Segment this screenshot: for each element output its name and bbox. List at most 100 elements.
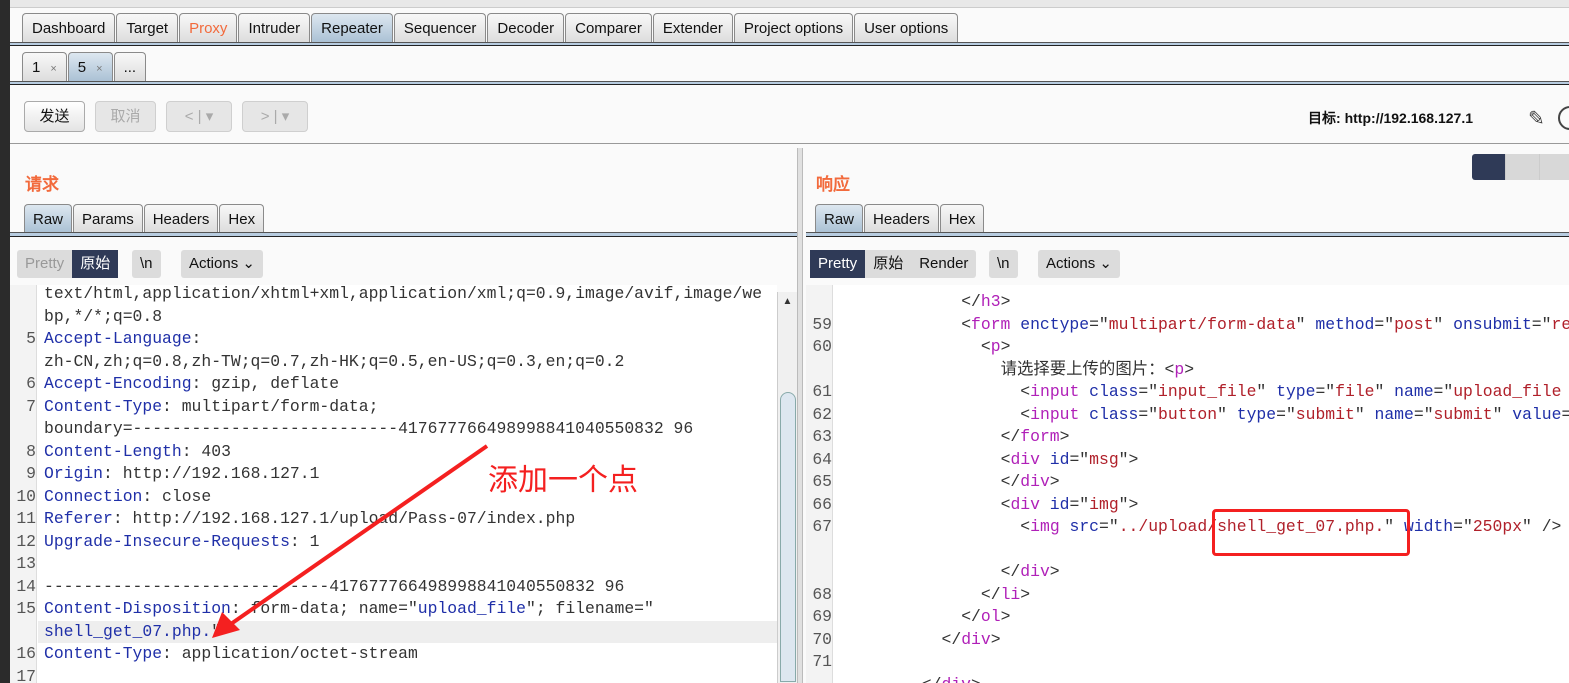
code-token: < [1000,494,1011,514]
code-token: > [1000,337,1011,356]
render-button[interactable]: Render [911,250,976,278]
code-line: <input class="button" type="submit" name… [1020,404,1569,427]
close-icon[interactable]: × [96,63,102,75]
tab-project-options[interactable]: Project options [733,13,854,43]
code-token: img [1030,517,1060,536]
code-line: Accept-Language: [44,328,201,351]
help-icon[interactable] [1558,106,1569,130]
tab-extender[interactable]: Extender [652,13,733,43]
tab-params[interactable]: Params [73,204,143,233]
tab-repeater[interactable]: Repeater [311,13,393,43]
tab-hex[interactable]: Hex [219,204,265,233]
code-token: upload_file [417,599,526,618]
forward-button[interactable]: > | ▾ [242,101,308,132]
raw-button[interactable]: 原始 [865,250,911,278]
line-number: 70 [812,629,832,649]
code-token: < [1020,517,1031,536]
response-title: 响应 [816,175,850,194]
code-line: <p> [981,336,1011,359]
tab-user-options[interactable]: User options [854,13,959,43]
dropdown-icon[interactable]: ▾ [206,108,214,125]
code-token: > [1000,607,1011,626]
code-line: </li> [981,584,1030,607]
code-token: > [1000,292,1011,311]
tab-raw[interactable]: Raw [815,204,864,233]
pretty-button[interactable]: Pretty [810,250,866,278]
code-token: value [1502,404,1562,424]
pretty-button[interactable]: Pretty [17,250,72,278]
code-line: <div id="img"> [1001,494,1139,517]
pane-splitter[interactable] [797,148,803,683]
tab-headers[interactable]: Headers [143,204,219,233]
divider [10,143,1569,144]
line-number: 65 [812,472,832,491]
cancel-button[interactable]: 取消 [95,101,156,132]
tab-target[interactable]: Target [116,13,179,43]
tab-decoder[interactable]: Decoder [487,13,565,43]
newline-toggle[interactable]: \n [132,250,161,278]
line-number: 13 [16,554,36,573]
send-button[interactable]: 发送 [24,101,85,132]
repeater-tab-1[interactable]: 1 × [22,52,67,82]
code-line: <div id="msg"> [1001,449,1139,472]
line-number: 9 [26,464,36,483]
tab-headers[interactable]: Headers [864,204,939,233]
close-icon[interactable]: × [50,63,56,75]
actions-dropdown[interactable]: Actions ⌄ [1038,250,1120,278]
code-token: " [1354,404,1365,424]
code-token: =" [1315,382,1336,401]
actions-dropdown[interactable]: Actions ⌄ [181,250,263,278]
raw-button[interactable]: 原始 [72,250,119,278]
code-token: id [1039,494,1070,514]
code-line: </form> [1001,426,1070,449]
tabs-layout-icon[interactable] [1540,154,1569,180]
new-tab-button[interactable]: ... [113,52,147,82]
code-token: > [1184,359,1195,379]
scroll-up-icon[interactable]: ▲ [778,292,797,312]
code-token: text/html,application/xhtml+xml,applicat… [44,285,763,303]
split-vertical-icon[interactable] [1506,154,1540,180]
back-button[interactable]: < | ▾ [166,101,232,132]
code-token: name [1364,404,1414,424]
code-token: 250px [1472,517,1523,536]
tab-comparer[interactable]: Comparer [565,13,652,43]
pencil-icon[interactable]: ✎ [1528,106,1545,131]
tab-raw[interactable]: Raw [24,204,73,233]
line-number: 60 [812,337,832,356]
tab-intruder[interactable]: Intruder [238,13,311,43]
code-token: input [1030,382,1080,401]
dropdown-icon[interactable]: ▾ [282,108,290,125]
code-line: </div> [942,629,1001,652]
code-token: Accept-Encoding [44,374,192,393]
tab-dashboard[interactable]: Dashboard [22,13,116,43]
code-token: : http://192.168.127.1 [103,464,320,483]
tab-proxy[interactable]: Proxy [179,13,238,43]
chevron-right-icon: > [260,108,270,125]
layout-toggle [1472,154,1569,180]
code-token: > [971,675,981,683]
line-number: 61 [812,382,832,401]
request-editor[interactable]: text/html,application/xhtml+xml,applicat… [10,285,777,683]
code-token: " [1374,382,1385,401]
response-editor[interactable]: </h3> 59 <form enctype="multipart/form-dat… [806,285,1569,683]
code-token: =" [1374,314,1395,334]
repeater-tabs: 1 × 5 × ... [22,52,147,82]
code-token: Accept-Language [44,329,192,348]
code-token: " [1256,382,1267,401]
newline-toggle[interactable]: \n [989,250,1018,278]
line-number: 68 [812,584,832,604]
code-token: -----------------------------41767776649… [44,576,625,596]
repeater-tab-5[interactable]: 5 × [67,52,113,82]
code-token: div [1010,449,1040,469]
scroll-thumb[interactable] [780,392,796,682]
split-horizontal-icon[interactable] [1472,154,1506,180]
request-scrollbar[interactable]: ▲ [777,292,797,683]
line-number: 6 [26,374,36,393]
line-number: 64 [812,449,832,469]
tab-sequencer[interactable]: Sequencer [393,13,487,43]
code-token: p [990,337,1001,356]
background-window [0,0,10,683]
code-token: < [1020,404,1031,424]
tab-label: 5 [77,59,87,76]
tab-hex[interactable]: Hex [939,204,985,233]
